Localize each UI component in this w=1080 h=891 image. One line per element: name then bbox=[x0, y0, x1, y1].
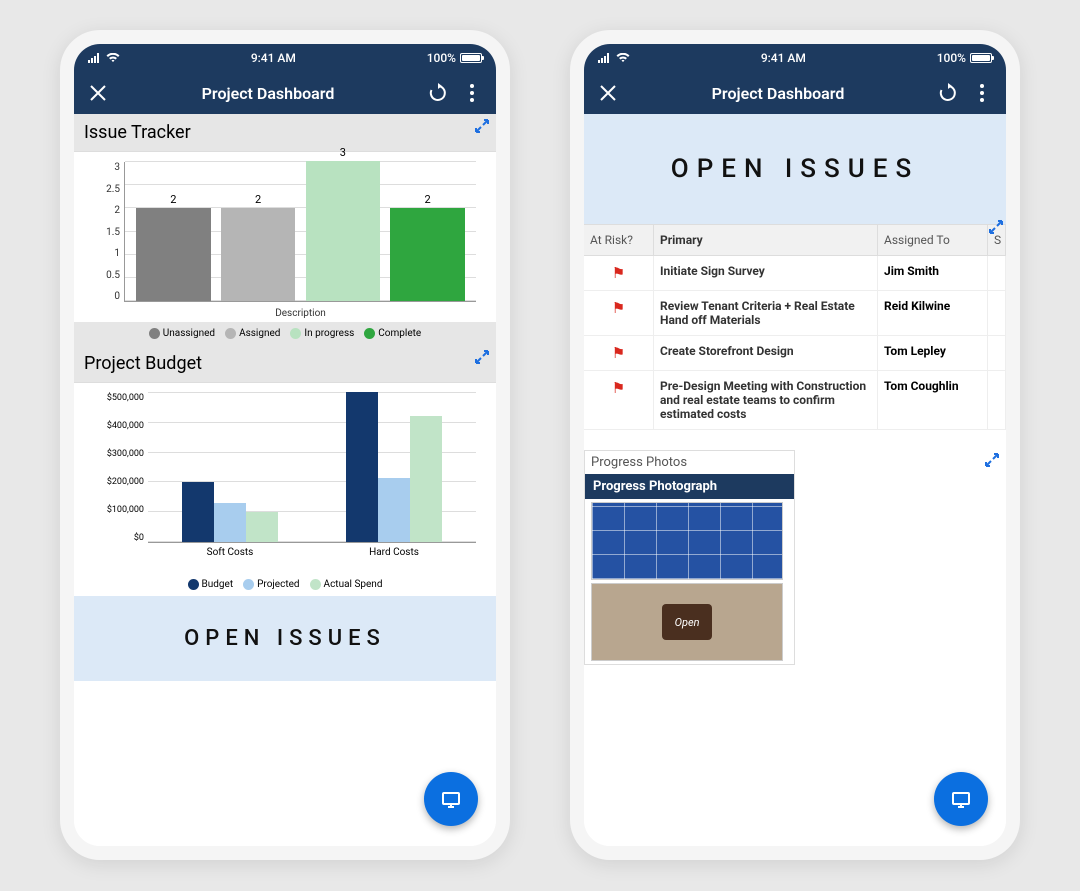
issue-tracker-chart: 32.521.510.502232Description bbox=[74, 152, 496, 322]
nav-title: Project Dashboard bbox=[120, 84, 416, 103]
status-battery: 100% bbox=[427, 51, 482, 65]
open-issues-banner[interactable]: OPEN ISSUES bbox=[74, 596, 496, 681]
refresh-icon[interactable] bbox=[936, 81, 960, 105]
issue-tracker-header: Issue Tracker bbox=[74, 114, 496, 152]
issue-tracker-title: Issue Tracker bbox=[84, 122, 191, 143]
flag-icon: ⚑ bbox=[584, 336, 654, 370]
cell-primary: Review Tenant Criteria + Real Estate Han… bbox=[654, 291, 878, 335]
progress-photo-2[interactable]: Open bbox=[591, 583, 783, 661]
table-row[interactable]: ⚑Initiate Sign SurveyJim Smith bbox=[584, 256, 1006, 291]
expand-icon[interactable] bbox=[984, 452, 1000, 468]
progress-photos-section: Progress Photos Progress Photograph Open bbox=[584, 450, 795, 665]
screen-2: 9:41 AM 100% Project Dashboard OPEN ISSU… bbox=[584, 44, 1006, 846]
battery-icon bbox=[460, 53, 482, 63]
project-budget-legend: BudgetProjectedActual Spend bbox=[74, 573, 496, 596]
table-row[interactable]: ⚑Pre-Design Meeting with Construction an… bbox=[584, 371, 1006, 430]
progress-photo-1[interactable] bbox=[591, 502, 783, 580]
close-icon[interactable] bbox=[86, 81, 110, 105]
progress-photos-title: Progress Photos bbox=[585, 451, 794, 474]
presentation-fab[interactable] bbox=[424, 772, 478, 826]
cell-primary: Pre-Design Meeting with Construction and… bbox=[654, 371, 878, 429]
cell-assigned: Jim Smith bbox=[878, 256, 988, 290]
project-budget-chart: $500,000$400,000$300,000$200,000$100,000… bbox=[74, 383, 496, 573]
progress-photograph-header[interactable]: Progress Photograph bbox=[585, 474, 794, 499]
refresh-icon[interactable] bbox=[426, 81, 450, 105]
more-icon[interactable] bbox=[970, 81, 994, 105]
expand-icon[interactable] bbox=[474, 349, 490, 365]
issues-table-body: ⚑Initiate Sign SurveyJim Smith⚑Review Te… bbox=[584, 256, 1006, 430]
status-battery: 100% bbox=[937, 51, 992, 65]
presentation-fab[interactable] bbox=[934, 772, 988, 826]
table-row[interactable]: ⚑Create Storefront DesignTom Lepley bbox=[584, 336, 1006, 371]
signal-icon bbox=[598, 53, 609, 63]
expand-icon[interactable] bbox=[988, 219, 1004, 235]
open-issues-banner: OPEN ISSUES bbox=[584, 114, 1006, 224]
project-budget-title: Project Budget bbox=[84, 353, 202, 374]
dashboard-content: Issue Tracker 32.521.510.502232Descripti… bbox=[74, 114, 496, 846]
screen-1: 9:41 AM 100% Project Dashboard Issue Tra… bbox=[74, 44, 496, 846]
status-time: 9:41 AM bbox=[251, 51, 296, 65]
nav-title: Project Dashboard bbox=[630, 84, 926, 103]
flag-icon: ⚑ bbox=[584, 291, 654, 335]
expand-icon[interactable] bbox=[474, 118, 490, 134]
status-bar: 9:41 AM 100% bbox=[584, 44, 1006, 72]
battery-icon bbox=[970, 53, 992, 63]
project-budget-header: Project Budget bbox=[74, 345, 496, 383]
status-left bbox=[88, 53, 120, 63]
cell-primary: Create Storefront Design bbox=[654, 336, 878, 370]
dashboard-content-2: OPEN ISSUES At Risk? Primary Assigned To… bbox=[584, 114, 1006, 846]
cell-primary: Initiate Sign Survey bbox=[654, 256, 878, 290]
cell-assigned: Tom Coughlin bbox=[878, 371, 988, 429]
cell-assigned: Tom Lepley bbox=[878, 336, 988, 370]
phone-frame-1: 9:41 AM 100% Project Dashboard Issue Tra… bbox=[60, 30, 510, 860]
status-time: 9:41 AM bbox=[761, 51, 806, 65]
col-header-assigned[interactable]: Assigned To bbox=[878, 225, 988, 255]
more-icon[interactable] bbox=[460, 81, 484, 105]
wifi-icon bbox=[616, 53, 630, 63]
wifi-icon bbox=[106, 53, 120, 63]
nav-bar: Project Dashboard bbox=[74, 72, 496, 114]
close-icon[interactable] bbox=[596, 81, 620, 105]
flag-icon: ⚑ bbox=[584, 256, 654, 290]
signal-icon bbox=[88, 53, 99, 63]
table-row[interactable]: ⚑Review Tenant Criteria + Real Estate Ha… bbox=[584, 291, 1006, 336]
flag-icon: ⚑ bbox=[584, 371, 654, 429]
col-header-risk[interactable]: At Risk? bbox=[584, 225, 654, 255]
status-left bbox=[598, 53, 630, 63]
status-bar: 9:41 AM 100% bbox=[74, 44, 496, 72]
phone-frame-2: 9:41 AM 100% Project Dashboard OPEN ISSU… bbox=[570, 30, 1020, 860]
col-header-primary[interactable]: Primary bbox=[654, 225, 878, 255]
nav-bar: Project Dashboard bbox=[584, 72, 1006, 114]
cell-assigned: Reid Kilwine bbox=[878, 291, 988, 335]
issues-table-header: At Risk? Primary Assigned To S bbox=[584, 224, 1006, 256]
issue-tracker-legend: UnassignedAssignedIn progressComplete bbox=[74, 322, 496, 345]
